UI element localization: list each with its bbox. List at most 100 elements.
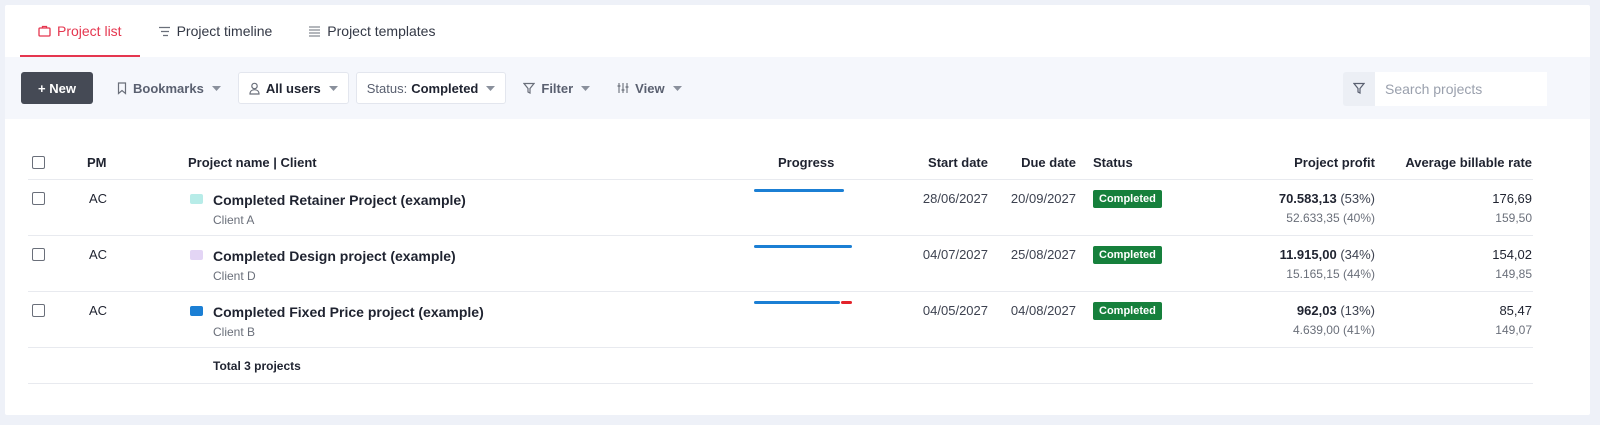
table-row[interactable]: AC Completed Retainer Project (example) …	[28, 180, 1533, 236]
tab-project-templates[interactable]: Project templates	[290, 5, 453, 57]
rate-sub: 149,85	[1495, 267, 1532, 281]
rate-value: 176,69	[1492, 191, 1532, 206]
search-filter-button[interactable]	[1343, 72, 1375, 106]
pm-initials: AC	[89, 303, 108, 318]
profit-cell: 11.915,00 (34%) 15.165,15 (44%)	[1178, 247, 1375, 281]
funnel-icon	[523, 82, 536, 94]
tab-project-timeline[interactable]: Project timeline	[140, 5, 291, 57]
row-checkbox[interactable]	[32, 304, 45, 317]
client-name: Client D	[213, 269, 256, 283]
bookmarks-dropdown[interactable]: Bookmarks	[107, 72, 231, 104]
select-all-checkbox[interactable]	[32, 156, 45, 169]
due-date: 20/09/2027	[1010, 191, 1076, 206]
chevron-down-icon	[328, 85, 338, 91]
start-date: 28/06/2027	[922, 191, 988, 206]
tab-project-list[interactable]: Project list	[20, 5, 140, 57]
row-checkbox[interactable]	[32, 248, 45, 261]
filter-dropdown[interactable]: Filter	[513, 72, 600, 104]
status-badge: Completed	[1093, 190, 1162, 208]
bookmark-icon	[117, 81, 127, 95]
rate-sub: 159,50	[1495, 211, 1532, 225]
rate-cell: 154,02 149,85	[1382, 247, 1532, 281]
progress-bar	[754, 245, 852, 248]
start-date: 04/07/2027	[922, 247, 988, 262]
project-color-icon	[190, 194, 203, 204]
sliders-icon	[617, 82, 629, 94]
rate-cell: 176,69 159,50	[1382, 191, 1532, 225]
bookmarks-label: Bookmarks	[133, 80, 204, 96]
client-name: Client A	[213, 213, 255, 227]
rate-sub: 149,07	[1495, 323, 1532, 337]
row-checkbox[interactable]	[32, 192, 45, 205]
toolbar: + New Bookmarks All users Status: Comple…	[5, 57, 1590, 119]
progress-bar	[754, 301, 852, 304]
project-cell: Completed Retainer Project (example) Cli…	[190, 192, 690, 227]
header-project-profit[interactable]: Project profit	[1228, 155, 1375, 170]
due-date: 25/08/2027	[1010, 247, 1076, 262]
client-name: Client B	[213, 325, 256, 339]
chevron-down-icon	[486, 85, 496, 91]
profit-cell: 70.583,13 (53%) 52.633,35 (40%)	[1178, 191, 1375, 225]
funnel-icon	[1352, 82, 1366, 97]
progress-fill	[754, 301, 840, 304]
filter-label: Filter	[541, 80, 574, 96]
header-status[interactable]: Status	[1093, 155, 1133, 170]
table-row[interactable]: AC Completed Design project (example) Cl…	[28, 236, 1533, 292]
profit-percent: (34%)	[1340, 247, 1375, 262]
search-input[interactable]	[1375, 72, 1547, 106]
search-box	[1343, 72, 1547, 106]
rate-value: 85,47	[1499, 303, 1532, 318]
profit-percent: (13%)	[1340, 303, 1375, 318]
header-project-name[interactable]: Project name | Client	[188, 155, 317, 170]
list-icon	[308, 25, 321, 37]
view-label: View	[635, 80, 665, 96]
tab-label: Project templates	[327, 23, 436, 39]
tab-bar: Project list Project timeline Project te…	[20, 5, 453, 57]
header-average-billable-rate[interactable]: Average billable rate	[1382, 155, 1532, 170]
status-badge-cell: Completed	[1093, 246, 1162, 264]
profit-sub: 15.165,15 (44%)	[1286, 267, 1375, 281]
user-icon	[249, 82, 260, 95]
due-date: 04/08/2027	[1010, 303, 1076, 318]
project-name[interactable]: Completed Fixed Price project (example)	[213, 304, 690, 320]
projects-table: PM Project name | Client Progress Start …	[28, 145, 1533, 384]
header-start-date[interactable]: Start date	[888, 155, 988, 170]
header-due-date[interactable]: Due date	[976, 155, 1076, 170]
status-badge: Completed	[1093, 302, 1162, 320]
status-badge-cell: Completed	[1093, 190, 1162, 208]
new-button[interactable]: + New	[21, 72, 93, 104]
rate-cell: 85,47 149,07	[1382, 303, 1532, 337]
profit-percent: (53%)	[1340, 191, 1375, 206]
status-prefix: Status:	[366, 80, 408, 96]
progress-fill	[754, 245, 852, 248]
project-name[interactable]: Completed Retainer Project (example)	[213, 192, 690, 208]
status-badge: Completed	[1093, 246, 1162, 264]
view-dropdown[interactable]: View	[607, 72, 691, 104]
chevron-down-icon	[672, 85, 682, 91]
header-progress[interactable]: Progress	[778, 155, 834, 170]
chevron-down-icon	[211, 85, 221, 91]
progress-fill	[754, 189, 844, 192]
project-color-icon	[190, 250, 203, 260]
header-pm[interactable]: PM	[87, 155, 107, 170]
pm-initials: AC	[89, 191, 108, 206]
project-cell: Completed Fixed Price project (example) …	[190, 304, 690, 339]
status-value: Completed	[411, 80, 479, 96]
project-color-icon	[190, 306, 203, 316]
start-date: 04/05/2027	[922, 303, 988, 318]
project-name[interactable]: Completed Design project (example)	[213, 248, 690, 264]
progress-bar	[754, 189, 852, 192]
status-dropdown[interactable]: Status: Completed	[355, 72, 507, 104]
users-label: All users	[265, 80, 321, 96]
profit-sub: 52.633,35 (40%)	[1286, 211, 1375, 225]
profit-value: 11.915,00	[1279, 247, 1337, 262]
profit-value: 962,03	[1296, 303, 1337, 318]
timeline-icon	[158, 26, 171, 37]
table-header: PM Project name | Client Progress Start …	[28, 145, 1533, 180]
project-cell: Completed Design project (example) Clien…	[190, 248, 690, 283]
rate-value: 154,02	[1492, 247, 1532, 262]
users-dropdown[interactable]: All users	[237, 72, 349, 104]
pm-initials: AC	[89, 247, 108, 262]
chevron-down-icon	[581, 85, 591, 91]
table-row[interactable]: AC Completed Fixed Price project (exampl…	[28, 292, 1533, 348]
